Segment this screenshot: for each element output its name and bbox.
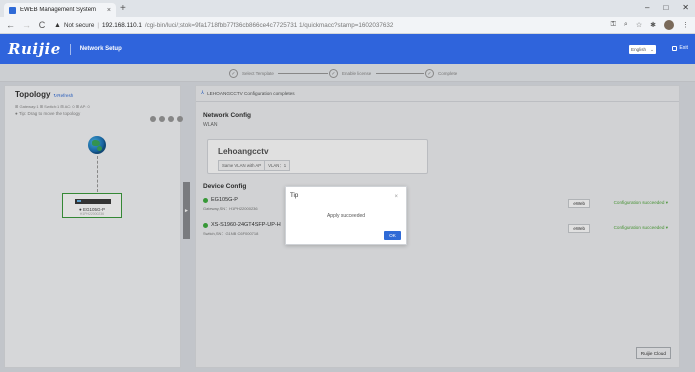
favicon-icon <box>9 6 16 14</box>
maximize-icon[interactable]: □ <box>663 3 668 12</box>
dialog-message: Apply succeeded <box>326 213 366 219</box>
ruijie-logo: Ruijie <box>8 40 61 58</box>
tip-dialog: Tip × Apply succeeded OK <box>285 186 407 245</box>
extensions-icon[interactable]: ✱ <box>650 21 656 29</box>
language-select[interactable]: English ⌄ <box>629 45 656 54</box>
address-bar[interactable]: ▲ Not secure | 192.168.110.1/cgi-bin/luc… <box>54 19 603 31</box>
header-divider <box>69 43 71 55</box>
browser-tab-strip: EWEB Management System × + – □ ✕ <box>0 0 695 17</box>
minimize-icon[interactable]: – <box>645 3 649 12</box>
not-secure-label: Not secure <box>63 21 95 29</box>
url-path: /cgi-bin/luci/;stok=9fa1718fbb77f36cb866… <box>144 21 394 29</box>
exit-label: Exit <box>679 45 688 51</box>
back-icon[interactable]: ← <box>6 20 15 30</box>
star-icon[interactable]: ☆ <box>636 21 642 29</box>
reload-icon[interactable]: C <box>38 20 46 30</box>
key-icon[interactable]: ⚿ <box>611 21 616 29</box>
forward-icon[interactable]: → <box>22 20 31 30</box>
toolbar-icons: ⚿ ⌕ ☆ ✱ ⋮ <box>611 20 689 30</box>
exit-icon <box>672 45 678 51</box>
exit-button[interactable]: Exit <box>672 45 688 51</box>
tab-close-icon[interactable]: × <box>107 7 111 14</box>
avatar[interactable] <box>664 20 674 30</box>
warning-icon: ▲ <box>54 21 61 29</box>
close-window-icon[interactable]: ✕ <box>682 3 689 12</box>
app-header: Ruijie Network Setup English ⌄ Exit <box>0 34 695 64</box>
window-controls: – □ ✕ <box>645 3 689 12</box>
language-value: English <box>631 47 647 52</box>
url-separator: | <box>97 21 100 29</box>
ok-button[interactable]: OK <box>384 231 401 240</box>
browser-tab[interactable]: EWEB Management System × <box>4 3 116 17</box>
url-host: 192.168.110.1 <box>102 21 142 29</box>
browser-toolbar: ← → C ▲ Not secure | 192.168.110.1/cgi-b… <box>0 17 695 34</box>
dialog-title: Tip <box>290 192 299 199</box>
zoom-icon[interactable]: ⌕ <box>624 21 628 29</box>
page-title: Network Setup <box>79 46 122 52</box>
menu-icon[interactable]: ⋮ <box>682 21 689 29</box>
new-tab-button[interactable]: + <box>120 3 126 15</box>
tab-title: EWEB Management System <box>20 7 97 13</box>
close-icon[interactable]: × <box>394 194 398 200</box>
chevron-down-icon: ⌄ <box>650 46 654 52</box>
